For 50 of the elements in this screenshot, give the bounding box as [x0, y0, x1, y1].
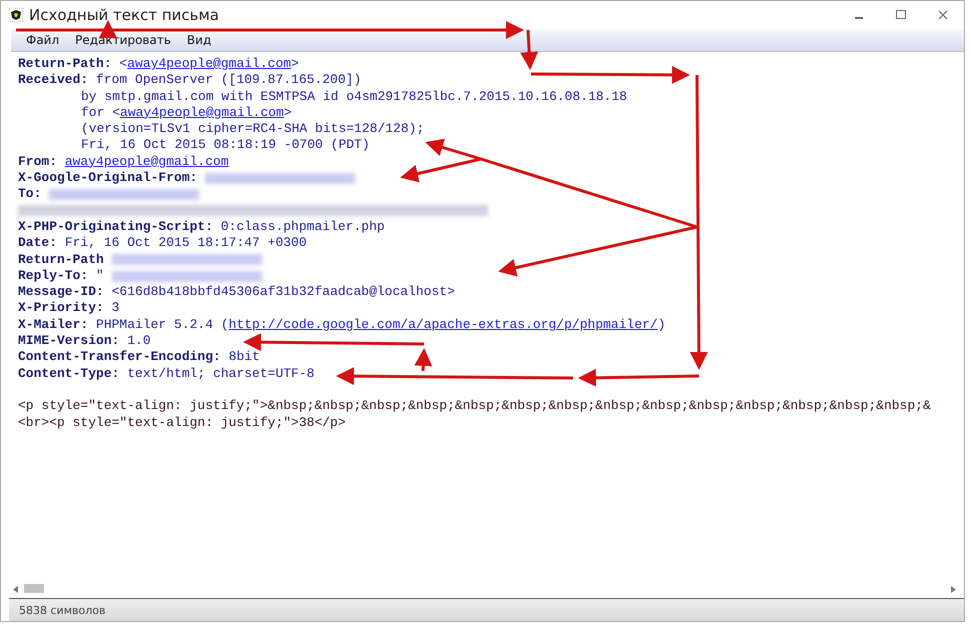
- header-value: 8bit: [228, 349, 260, 366]
- header-name: X-Google-Original-From:: [18, 170, 198, 186]
- window-title: Исходный текст письма: [29, 6, 220, 24]
- email-link[interactable]: http://code.google.com/a/apache-extras.org/p/phpmailer/: [228, 316, 658, 334]
- menu-item[interactable]: Вид: [180, 31, 218, 49]
- maximize-icon[interactable]: [896, 10, 906, 20]
- scrollbar-thumb[interactable]: [24, 584, 44, 593]
- header-name: Return-Path:: [18, 56, 112, 72]
- menu-item[interactable]: Редактировать: [68, 31, 178, 49]
- email-link[interactable]: away4people@gmail.com: [120, 104, 284, 122]
- header-name: Message-ID:: [18, 284, 104, 300]
- header-value: ): [658, 316, 666, 334]
- header-name: Received:: [18, 72, 88, 89]
- header-value: 3: [110, 300, 120, 317]
- header-value: 1.0: [126, 333, 151, 350]
- header-value: PHPMailer 5.2.4 (: [95, 316, 229, 334]
- header-value: (version=TLSv1 cipher=RC4-SHA bits=128/128);: [81, 121, 424, 138]
- header-value: <616d8b418bbfd45306af31b32faadcab@localhost>: [110, 284, 455, 300]
- header-value: <: [118, 56, 128, 72]
- character-count: 5838 символов: [19, 604, 106, 616]
- email-link[interactable]: away4people@gmail.com: [64, 154, 229, 170]
- header-value: 0:class.phpmailer.php: [220, 218, 385, 236]
- header-value: text/html; charset=UTF-8: [126, 366, 314, 382]
- menu-item[interactable]: Файл: [19, 31, 66, 49]
- email-link[interactable]: away4people@gmail.com: [127, 56, 292, 72]
- header-name: Content-Transfer-Encoding:: [18, 349, 221, 366]
- app-logo-icon: [9, 8, 23, 22]
- header-value: for <: [81, 104, 120, 122]
- header-value: by smtp.gmail.com with ESMTPSA id o4sm2917825lbc.7.2015.10.16.08.18.18: [81, 88, 628, 105]
- header-name: X-Mailer:: [18, 316, 88, 334]
- header-value: from OpenServer ([109.87.165.200]): [95, 72, 362, 89]
- header-name: X-PHP-Originating-Script:: [18, 218, 214, 236]
- header-value: Fri, 16 Oct 2015 18:17:47 +0300: [64, 235, 307, 252]
- scroll-right-icon[interactable]: [951, 586, 956, 592]
- header-value: ": [95, 268, 104, 284]
- html-body-line: <p style="text-align: justify;">&nbsp;&nbsp;&nbsp;&nbsp;&nbsp;&nbsp;&nbsp;&nbsp;&nbsp;&nbsp;&nbsp;&nbsp;&nbsp;&nbsp;&: [18, 398, 931, 415]
- header-name: Content-Type:: [18, 366, 120, 382]
- header-name: X-Priority:: [18, 300, 104, 317]
- scroll-left-icon[interactable]: [13, 586, 18, 592]
- header-name: Reply-To:: [18, 268, 88, 284]
- header-value: >: [284, 104, 292, 122]
- html-body-line: <br><p style="text-align: justify;">38</p>: [18, 414, 346, 431]
- header-value: >: [291, 56, 299, 72]
- header-name: MIME-Version:: [18, 333, 120, 350]
- header-name: Return-Path: [18, 252, 104, 268]
- header-value: Fri, 16 Oct 2015 08:18:19 -0700 (PDT): [81, 137, 370, 154]
- header-name: Date:: [18, 235, 58, 252]
- close-icon[interactable]: [938, 10, 948, 20]
- header-name: To:: [18, 186, 42, 203]
- header-name: From:: [18, 154, 58, 170]
